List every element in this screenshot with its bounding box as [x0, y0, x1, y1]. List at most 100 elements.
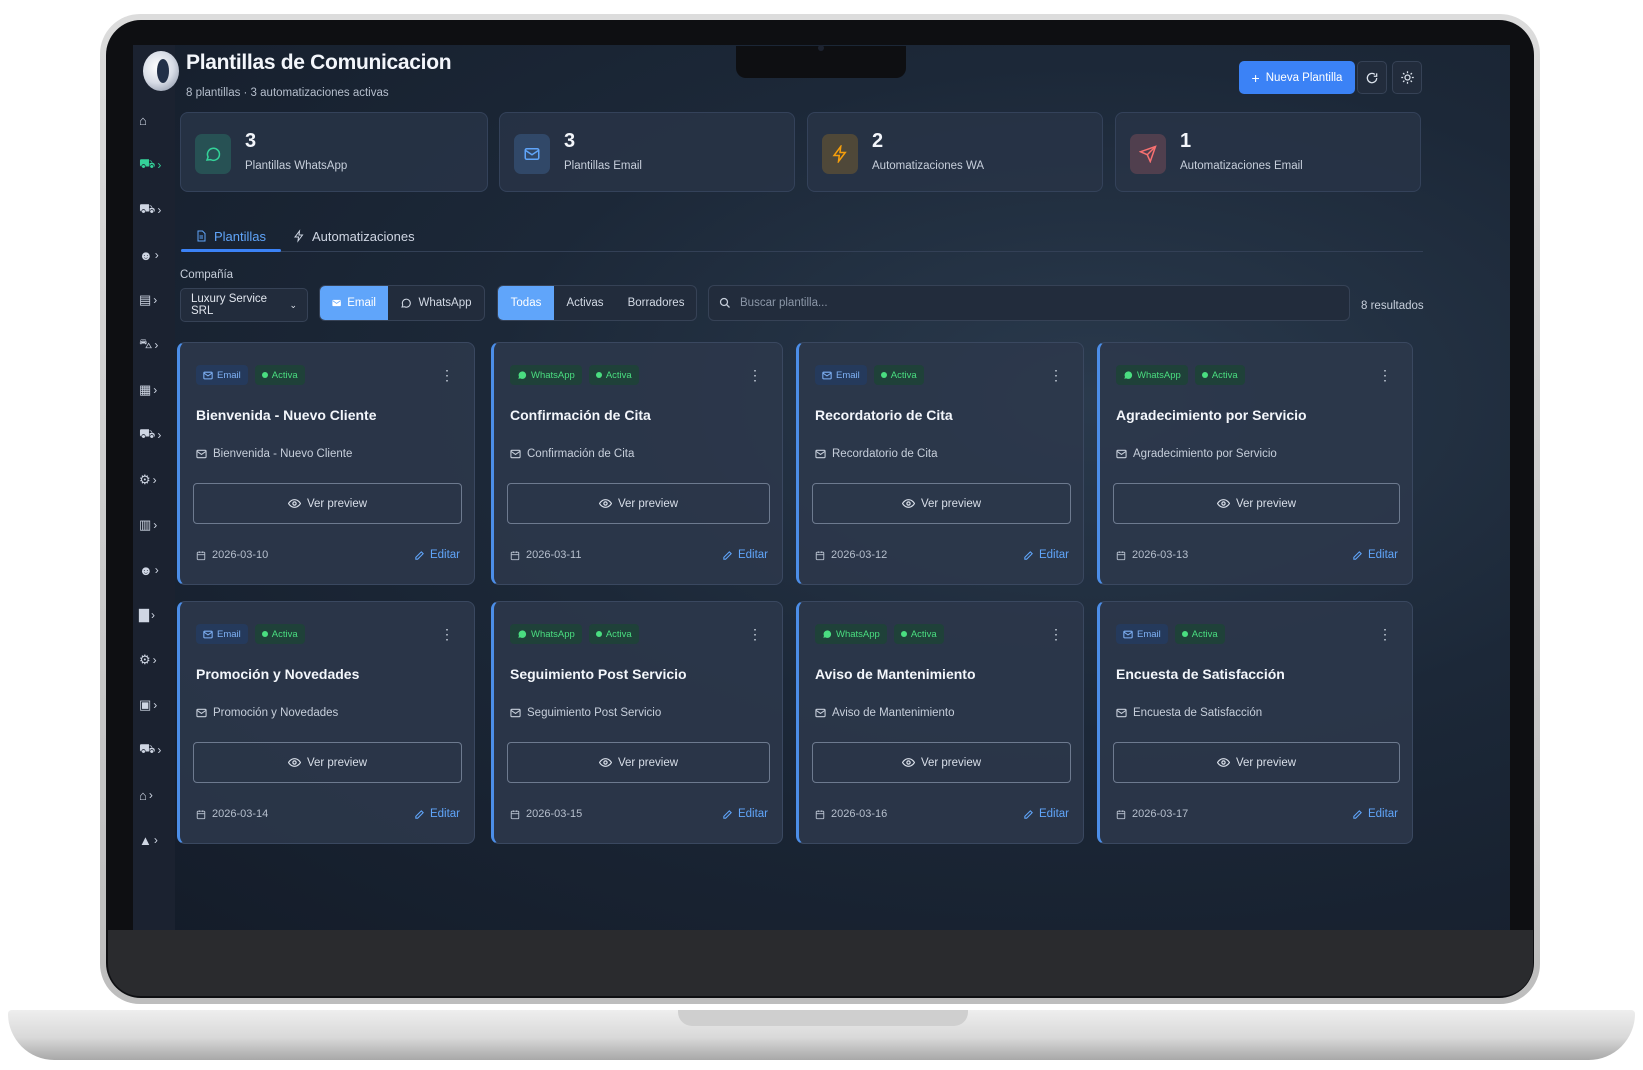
filter-activas-button[interactable]: Activas	[554, 286, 616, 320]
template-card[interactable]: WhatsApp Activa ⋮ Confirmación de Cita Confi…	[491, 342, 783, 585]
sidebar-item-4[interactable]: ▤ ›	[139, 287, 173, 313]
preview-button[interactable]: Ver preview	[812, 742, 1071, 783]
card-badges: WhatsApp Activa	[510, 365, 639, 385]
new-template-button[interactable]: + Nueva Plantilla	[1239, 61, 1355, 94]
camera-dot	[818, 45, 824, 51]
card-badges: WhatsApp Activa	[1116, 365, 1245, 385]
channel-badge-label: WhatsApp	[1137, 369, 1181, 381]
more-options-icon[interactable]: ⋮	[1049, 624, 1063, 644]
preview-button[interactable]: Ver preview	[193, 742, 462, 783]
whatsapp-icon	[823, 630, 832, 638]
refresh-button[interactable]	[1357, 61, 1387, 94]
eye-icon	[598, 758, 612, 767]
template-card[interactable]: Email Activa ⋮ Encuesta de Satisfacción Encu…	[1097, 601, 1413, 844]
sidebar-item-13[interactable]: ▣ ›	[139, 692, 173, 718]
filter-email-label: Email	[347, 297, 376, 309]
lightning-icon	[832, 145, 847, 163]
chevron-right-icon: ›	[148, 788, 153, 802]
sidebar-item-1[interactable]: ⛟ ›	[139, 152, 173, 178]
company-select[interactable]: Luxury Service SRL ⌄	[180, 288, 308, 322]
status-badge: Activa	[1194, 365, 1245, 385]
sidebar-item-16[interactable]: ▲ ›	[139, 827, 173, 853]
tab-plantillas-label: Plantillas	[214, 228, 267, 244]
filter-email-button[interactable]: Email	[320, 286, 388, 320]
more-options-icon[interactable]: ⋮	[440, 624, 454, 644]
tab-plantillas[interactable]: Plantillas	[195, 221, 266, 251]
template-subject-text: Recordatorio de Cita	[832, 448, 938, 460]
sidebar-item-8[interactable]: ⚙ ›	[139, 467, 173, 493]
filter-borradores-button[interactable]: Borradores	[616, 286, 696, 320]
preview-button[interactable]: Ver preview	[507, 742, 770, 783]
sidebar-item-7[interactable]: ⛟ ›	[139, 422, 173, 448]
sidebar-item-2[interactable]: ⛟ ›	[139, 197, 173, 223]
sidebar-item-5[interactable]: ⛍ ›	[139, 332, 173, 358]
preview-button[interactable]: Ver preview	[507, 483, 770, 524]
calendar-icon	[1116, 809, 1126, 819]
chevron-right-icon: ›	[157, 428, 162, 442]
chat-bubble-icon	[205, 147, 221, 161]
theme-toggle-button[interactable]	[1392, 61, 1422, 94]
status-dot	[880, 372, 887, 378]
calendar-icon	[815, 809, 825, 819]
template-card[interactable]: WhatsApp Activa ⋮ Aviso de Mantenimiento Avi…	[796, 601, 1084, 844]
edit-label: Editar	[1367, 549, 1398, 561]
sidebar-item-10[interactable]: ☻ ›	[139, 557, 173, 583]
more-options-icon[interactable]: ⋮	[748, 365, 762, 385]
more-options-icon[interactable]: ⋮	[1378, 365, 1392, 385]
edit-button[interactable]: Editar	[1352, 549, 1398, 561]
send-icon	[1139, 145, 1157, 163]
template-card[interactable]: Email Activa ⋮ Bienvenida - Nuevo Cliente Bi…	[177, 342, 475, 585]
edit-icon	[415, 550, 424, 560]
chevron-right-icon: ›	[157, 743, 162, 757]
channel-badge: WhatsApp	[815, 624, 887, 644]
template-card[interactable]: WhatsApp Activa ⋮ Seguimiento Post Servicio…	[491, 601, 783, 844]
filter-whatsapp-button[interactable]: WhatsApp	[388, 286, 484, 320]
sidebar-item-11[interactable]: ▇ ›	[139, 602, 173, 628]
chart-icon: ▇	[139, 607, 149, 622]
edit-button[interactable]: Editar	[414, 808, 460, 820]
tab-automatizaciones[interactable]: Automatizaciones	[293, 221, 415, 251]
edit-button[interactable]: Editar	[414, 549, 460, 561]
status-dot	[900, 631, 907, 637]
preview-button[interactable]: Ver preview	[812, 483, 1071, 524]
mail-icon	[1116, 449, 1127, 459]
chevron-right-icon: ›	[152, 473, 157, 487]
edit-button[interactable]: Editar	[722, 808, 768, 820]
more-options-icon[interactable]: ⋮	[440, 365, 454, 385]
template-card[interactable]: Email Activa ⋮ Recordatorio de Cita Recordat…	[796, 342, 1084, 585]
filter-todas-button[interactable]: Todas	[498, 286, 554, 320]
preview-button[interactable]: Ver preview	[193, 483, 462, 524]
sidebar-item-14[interactable]: ⛟ ›	[139, 737, 173, 763]
preview-button[interactable]: Ver preview	[1113, 742, 1400, 783]
sidebar-item-9[interactable]: ▥ ›	[139, 512, 173, 538]
status-badge: Activa	[893, 624, 944, 644]
eye-icon	[287, 499, 301, 508]
chevron-right-icon: ›	[153, 518, 158, 532]
preview-label: Ver preview	[920, 497, 982, 510]
preview-button[interactable]: Ver preview	[1113, 483, 1400, 524]
more-options-icon[interactable]: ⋮	[748, 624, 762, 644]
more-options-icon[interactable]: ⋮	[1049, 365, 1063, 385]
edit-button[interactable]: Editar	[1352, 808, 1398, 820]
more-options-icon[interactable]: ⋮	[1378, 624, 1392, 644]
sidebar-item-0[interactable]: ⌂	[139, 107, 173, 133]
sidebar-item-15[interactable]: ⌂ ›	[139, 782, 173, 808]
sidebar-item-3[interactable]: ☻ ›	[139, 242, 173, 268]
calendar-icon	[815, 550, 825, 560]
eye-icon	[287, 758, 301, 767]
sidebar-item-6[interactable]: ▦ ›	[139, 377, 173, 403]
edit-button[interactable]: Editar	[722, 549, 768, 561]
sidebar-item-12[interactable]: ⚙ ›	[139, 647, 173, 673]
cart-icon: ⛟	[139, 426, 156, 441]
template-date-text: 2026-03-13	[1132, 549, 1189, 561]
edit-button[interactable]: Editar	[1023, 549, 1069, 561]
search-input[interactable]: Buscar plantilla...	[708, 285, 1350, 321]
search-icon	[719, 297, 730, 308]
template-name: Agradecimiento por Servicio	[1116, 407, 1307, 423]
template-card[interactable]: WhatsApp Activa ⋮ Agradecimiento por Servic…	[1097, 342, 1413, 585]
template-card[interactable]: Email Activa ⋮ Promoción y Novedades Promoci…	[177, 601, 475, 844]
document-icon: ▤	[139, 292, 152, 307]
mail-icon	[332, 299, 341, 307]
template-date: 2026-03-10	[196, 549, 268, 561]
edit-button[interactable]: Editar	[1023, 808, 1069, 820]
